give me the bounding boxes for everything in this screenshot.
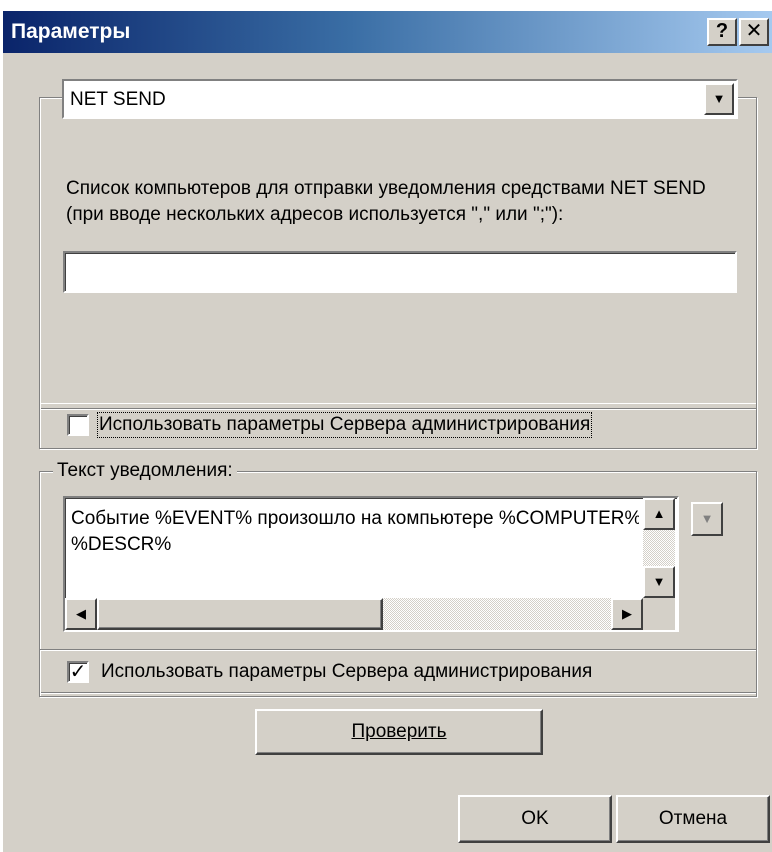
- notification-line-2: %DESCR%: [71, 534, 172, 555]
- use-server-params-label-2[interactable]: Использовать параметры Сервера администр…: [101, 661, 592, 683]
- scroll-thumb[interactable]: [97, 598, 383, 630]
- ok-button[interactable]: OK: [458, 795, 612, 843]
- window-title: Параметры: [11, 20, 131, 43]
- method-select[interactable]: NET SEND ▼: [62, 79, 738, 119]
- close-button[interactable]: ✕: [739, 18, 769, 46]
- scroll-corner: [643, 598, 675, 630]
- scroll-up-icon[interactable]: ▲: [643, 498, 675, 530]
- use-server-params-checkbox-2[interactable]: ✓: [67, 661, 89, 683]
- addresses-input[interactable]: [63, 251, 737, 293]
- scroll-down-icon[interactable]: ▼: [643, 566, 675, 598]
- insert-variable-button[interactable]: ▼: [691, 502, 723, 536]
- chevron-down-icon[interactable]: ▼: [704, 83, 734, 115]
- notification-group-label: Текст уведомления:: [53, 460, 237, 482]
- method-select-value: NET SEND: [70, 89, 166, 110]
- netsend-description: Список компьютеров для отправки уведомле…: [66, 178, 706, 225]
- scroll-right-icon[interactable]: ▶: [611, 598, 643, 630]
- help-button[interactable]: ?: [707, 18, 737, 46]
- settings-dialog: Параметры ? ✕ NET SEND ▼ Список компьюте…: [0, 10, 772, 852]
- scroll-left-icon[interactable]: ◀: [65, 598, 97, 630]
- notification-textarea[interactable]: Событие %EVENT% произошло на компьютере …: [63, 496, 679, 632]
- title-bar: Параметры ? ✕: [3, 11, 772, 53]
- vertical-scrollbar[interactable]: ▲ ▼: [643, 498, 675, 598]
- check-button[interactable]: Проверить: [255, 709, 543, 755]
- checkbox-row-1: [39, 403, 757, 449]
- horizontal-scrollbar[interactable]: ◀ ▶: [65, 598, 643, 630]
- cancel-button[interactable]: Отмена: [616, 795, 770, 843]
- notification-line-1: Событие %EVENT% произошло на компьютере …: [71, 508, 639, 529]
